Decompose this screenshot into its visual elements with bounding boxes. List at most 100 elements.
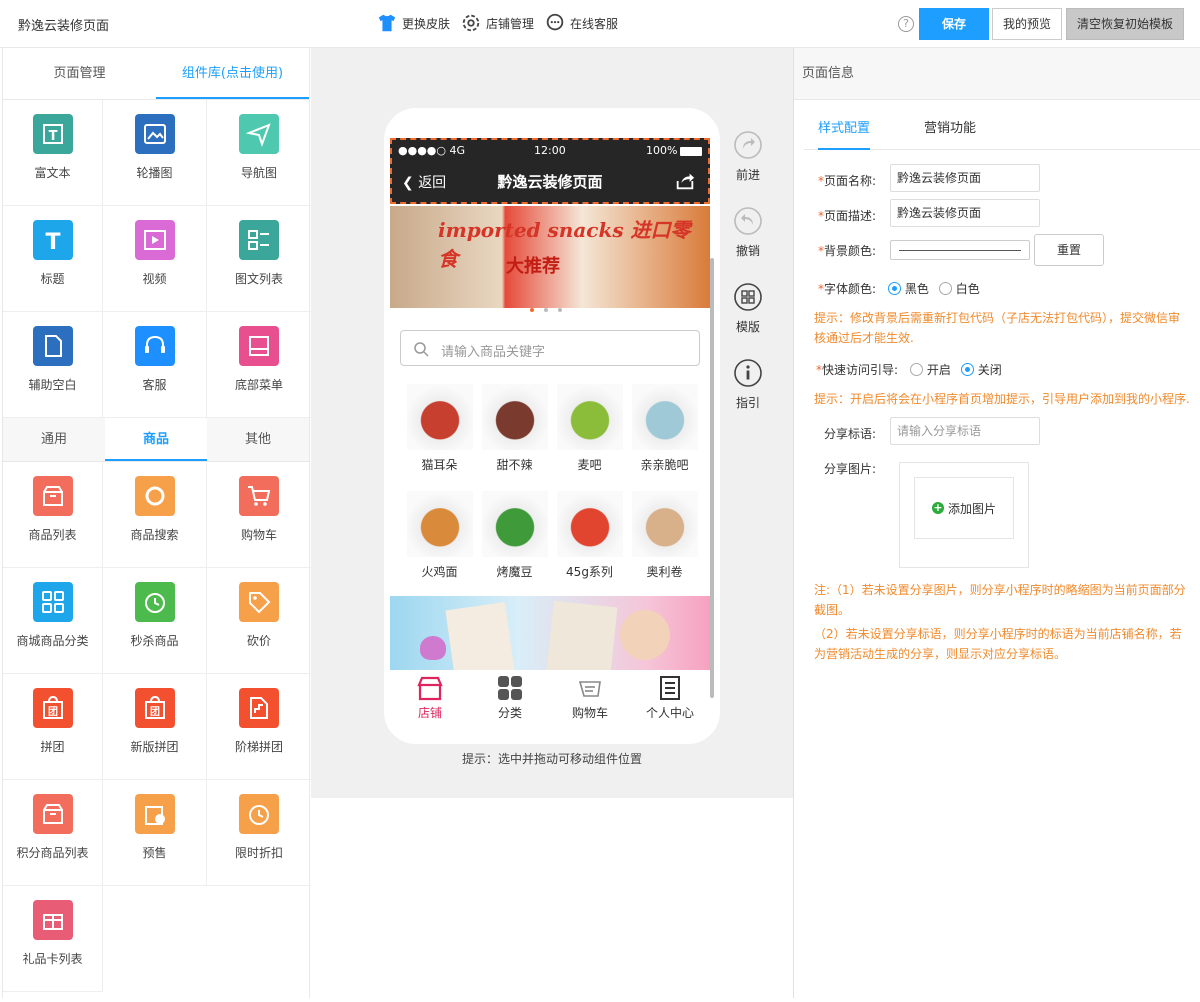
tab-other[interactable]: 其他 — [207, 418, 309, 461]
online-service-button[interactable]: 在线客服 — [544, 12, 618, 34]
template-icon — [734, 283, 762, 311]
tabbar-item-store[interactable]: 店铺 — [390, 670, 470, 726]
component-rich-text[interactable]: T 富文本 — [3, 100, 103, 206]
profile-icon — [660, 676, 680, 700]
save-button[interactable]: 保存 — [919, 8, 989, 40]
component-navigation[interactable]: 导航图 — [207, 100, 311, 206]
reset-template-button[interactable]: 清空恢复初始模板 — [1066, 8, 1184, 40]
goods-component-grid: 商品列表 商品搜索购物车商城商品分类 秒杀商品 砍价团拼团团新版拼团 阶梯拼团积分商品列… — [3, 462, 311, 992]
change-skin-button[interactable]: 更换皮肤 — [376, 12, 450, 34]
goods-component-bargain[interactable]: 砍价 — [207, 568, 311, 674]
carousel-banner[interactable]: imported snacks 进口零食 大推荐 — [390, 206, 710, 308]
status-signal: ●●●●○ 4G — [398, 144, 466, 157]
nav-goods-item[interactable]: 麦吧 — [552, 384, 627, 473]
page-desc-input[interactable]: 黔逸云装修页面 — [890, 199, 1040, 227]
tab-component-library[interactable]: 组件库(点击使用) — [156, 48, 309, 99]
store-icon — [417, 676, 443, 701]
share-title-input[interactable]: 请输入分享标语 — [890, 417, 1040, 445]
phone-scrollbar[interactable] — [710, 258, 714, 698]
undo-button[interactable]: 撤销 — [731, 206, 765, 282]
gear-icon — [462, 14, 480, 32]
preview-button[interactable]: 我的预览 — [992, 8, 1062, 40]
redo-button[interactable]: 前进 — [731, 130, 765, 206]
tab-general[interactable]: 通用 — [3, 418, 105, 461]
gift-card-icon — [32, 900, 73, 940]
quick-access-tip: 提示：开启后将会在小程序首页增加提示，引导用户添加到我的小程序. — [814, 392, 1190, 406]
share-note-1: 注:（1）若未设置分享图片，则分享小程序时的略缩图为当前页面部分截图。 — [814, 583, 1186, 617]
quick-off-radio[interactable]: 关闭 — [960, 363, 1002, 377]
goods-component-cart[interactable]: 购物车 — [207, 462, 311, 568]
product-search-box[interactable]: 请输入商品关键字 — [400, 330, 700, 366]
nav-goods-item[interactable]: 甜不辣 — [477, 384, 552, 473]
promo-banner[interactable] — [390, 596, 710, 670]
component-carousel[interactable]: 轮播图 — [103, 100, 207, 206]
nav-goods-item[interactable]: 烤魔豆 — [477, 491, 552, 580]
category-icon — [32, 582, 73, 622]
component-title[interactable]: T 标题 — [3, 206, 103, 312]
font-black-radio[interactable]: 黑色 — [887, 282, 929, 296]
page-name-input[interactable]: 黔逸云装修页面 — [890, 164, 1040, 192]
bg-color-picker[interactable] — [890, 240, 1030, 260]
tabbar-item-grid[interactable]: 分类 — [470, 670, 550, 726]
quick-on-radio[interactable]: 开启 — [909, 363, 951, 377]
phone-header[interactable]: ●●●●○ 4G 12:00 100% ❮ 返回 黔逸云装修页面 — [390, 138, 710, 204]
category-tabs: 通用 商品 其他 — [3, 418, 309, 462]
flash-sale-icon — [134, 582, 175, 622]
goods-component-alarm-discount[interactable]: 限时折扣 — [207, 780, 311, 886]
tabbar-item-profile[interactable]: 个人中心 — [630, 670, 710, 726]
page-name-label: *页面名称: — [818, 174, 877, 188]
cart-outline-icon — [578, 681, 601, 697]
component-label: 标题 — [40, 272, 65, 286]
tab-marketing[interactable]: 营销功能 — [924, 114, 976, 150]
tab-page-management[interactable]: 页面管理 — [3, 48, 156, 99]
share-icon[interactable] — [674, 170, 696, 192]
nav-goods-item[interactable]: 45g系列 — [552, 491, 627, 580]
goods-component-flash-sale[interactable]: 秒杀商品 — [103, 568, 207, 674]
reset-color-button[interactable]: 重置 — [1034, 234, 1104, 266]
phone-tabbar: 店铺 分类 购物车 个人中心 — [390, 670, 710, 726]
component-video[interactable]: 视频 — [103, 206, 207, 312]
add-image-button[interactable]: + 添加图片 — [914, 477, 1014, 539]
rich-text-icon: T — [32, 114, 73, 154]
goods-component-gift-card[interactable]: 礼品卡列表 — [3, 886, 103, 992]
search-icon — [414, 342, 429, 357]
goods-component-product-search[interactable]: 商品搜索 — [103, 462, 207, 568]
component-label: 预售 — [142, 846, 167, 860]
info-button[interactable]: 指引 — [731, 358, 765, 434]
goods-component-new-group-buy[interactable]: 团新版拼团 — [103, 674, 207, 780]
goods-component-presale[interactable]: 预售 — [103, 780, 207, 886]
tabbar-item-cart-outline[interactable]: 购物车 — [550, 670, 630, 726]
tab-style-config[interactable]: 样式配置 — [818, 114, 871, 150]
status-time: 12:00 — [534, 144, 566, 157]
side-action-label: 撤销 — [735, 244, 760, 258]
tabbar-label: 个人中心 — [645, 706, 694, 720]
component-label: 礼品卡列表 — [22, 952, 83, 966]
goods-component-product-list[interactable]: 商品列表 — [3, 462, 103, 568]
panel-header: 页面信息 — [794, 48, 1200, 100]
store-management-button[interactable]: 店铺管理 — [460, 12, 534, 34]
nav-goods-item[interactable]: 火鸡面 — [402, 491, 477, 580]
nav-goods-item[interactable]: 猫耳朵 — [402, 384, 477, 473]
goods-component-tier-group-buy[interactable]: 阶梯拼团 — [207, 674, 311, 780]
svg-text:团: 团 — [150, 706, 160, 718]
component-panel: 页面管理 组件库(点击使用) T 富文本 轮播图 导航图 T 标题 视频 图文列表辅助空白 客服… — [2, 48, 311, 998]
nav-goods-item[interactable]: 奥利卷 — [627, 491, 702, 580]
title-icon: T — [32, 220, 73, 260]
component-image-text-list[interactable]: 图文列表 — [207, 206, 311, 312]
component-headset[interactable]: 客服 — [103, 312, 207, 418]
component-label: 购物车 — [240, 528, 277, 542]
font-color-row: *字体颜色: 黑色 白色 — [818, 282, 980, 296]
component-label: 商城商品分类 — [16, 634, 89, 648]
template-button[interactable]: 模版 — [731, 282, 765, 358]
phone-page-title: 黔逸云装修页面 — [497, 173, 603, 191]
tab-goods[interactable]: 商品 — [105, 418, 207, 461]
component-bottom-menu[interactable]: 底部菜单 — [207, 312, 311, 418]
goods-component-points-product[interactable]: 积分商品列表 — [3, 780, 103, 886]
font-white-radio[interactable]: 白色 — [938, 282, 980, 296]
nav-goods-item[interactable]: 亲亲脆吧 — [627, 384, 702, 473]
component-blank[interactable]: 辅助空白 — [3, 312, 103, 418]
goods-component-category[interactable]: 商城商品分类 — [3, 568, 103, 674]
help-icon[interactable]: ? — [898, 16, 914, 32]
goods-component-group-buy[interactable]: 团拼团 — [3, 674, 103, 780]
toolbar-tools: 更换皮肤 店铺管理 在线客服 — [376, 12, 628, 34]
